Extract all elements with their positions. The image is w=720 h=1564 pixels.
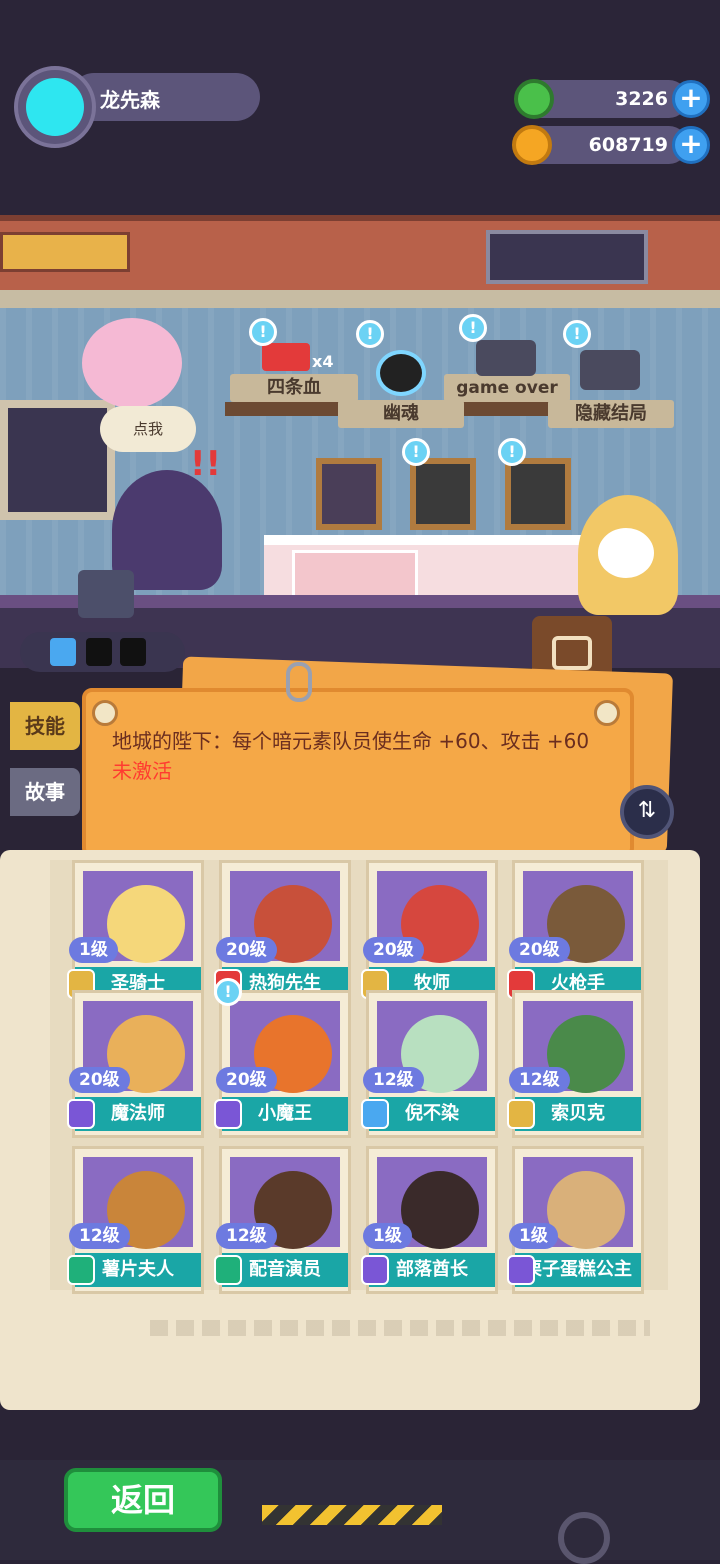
hero-level: 12级 — [69, 1223, 130, 1249]
achievement-label-ghost[interactable]: 幽魂 — [338, 400, 464, 428]
planet-coin-icon — [512, 125, 552, 165]
info-icon[interactable]: ! — [563, 320, 591, 348]
info-icon[interactable]: ! — [249, 318, 277, 346]
class-badge-icon — [507, 1099, 535, 1129]
gem-value: 3226 — [615, 88, 668, 110]
portrait-frame[interactable] — [410, 458, 476, 530]
element-slot[interactable] — [86, 638, 112, 666]
class-badge-icon — [361, 1099, 389, 1129]
hero-level: 1级 — [363, 1223, 412, 1249]
portrait-frame[interactable] — [316, 458, 382, 530]
water-element-slot[interactable] — [50, 638, 76, 666]
tab-skill[interactable]: 技能 — [10, 702, 80, 750]
tab-story[interactable]: 故事 — [10, 768, 80, 816]
hero-level: 1级 — [69, 937, 118, 963]
hero-card[interactable]: 圣骑士 1级 — [67, 860, 204, 1008]
hidden-ending-tv-icon — [580, 350, 640, 390]
hero-card[interactable]: 薯片夫人 12级 — [67, 1146, 204, 1294]
page-text — [150, 1320, 650, 1336]
hero-level: 20级 — [509, 937, 570, 963]
class-badge-icon — [361, 1255, 389, 1285]
hero-card[interactable]: 索贝克 12级 — [507, 990, 644, 1138]
shelf-ledge — [0, 290, 720, 308]
add-gems-button[interactable]: + — [672, 80, 710, 118]
gear-icon — [558, 1512, 610, 1564]
class-badge-icon — [67, 1099, 95, 1129]
achievement-label-hp[interactable]: 四条血 — [230, 374, 358, 402]
wall-sign — [0, 232, 130, 272]
skull-ghost-icon — [376, 350, 426, 396]
hero-face — [401, 1171, 479, 1249]
class-badge-icon — [214, 1255, 242, 1285]
add-coins-button[interactable]: + — [672, 126, 710, 164]
machine — [78, 570, 134, 618]
skull-face-icon — [598, 528, 654, 578]
info-icon[interactable]: ! — [214, 978, 242, 1006]
hero-face — [107, 885, 185, 963]
class-badge-icon — [67, 1255, 95, 1285]
avatar[interactable] — [26, 78, 84, 136]
hero-level: 1级 — [509, 1223, 558, 1249]
pin-icon — [594, 700, 620, 726]
tap-me-bubble[interactable]: 点我 — [100, 406, 196, 452]
hero-card[interactable]: 牧师 20级 — [361, 860, 498, 1008]
paperclip-icon — [286, 662, 312, 702]
hazard-stripe — [262, 1505, 442, 1525]
hero-card[interactable]: 魔法师 20级 — [67, 990, 204, 1138]
coin-value: 608719 — [588, 134, 668, 156]
window — [0, 400, 115, 520]
hero-level: 20级 — [216, 1067, 277, 1093]
skill-status: 未激活 — [112, 759, 172, 783]
achievement-label-hidden-ending[interactable]: 隐藏结局 — [548, 400, 674, 428]
achievement-label-gameover[interactable]: game over — [444, 374, 570, 402]
info-icon[interactable]: ! — [498, 438, 526, 466]
info-icon[interactable]: ! — [356, 320, 384, 348]
exclaim-icon: !! — [190, 444, 222, 484]
hero-face — [547, 1171, 625, 1249]
ghost-display — [486, 230, 648, 284]
hp-battery-icon — [262, 343, 310, 371]
hero-level: 20级 — [216, 937, 277, 963]
info-icon[interactable]: ! — [459, 314, 487, 342]
class-badge-icon — [507, 1255, 535, 1285]
hero-card[interactable]: 火枪手 20级 — [507, 860, 644, 1008]
player-name-pill[interactable] — [70, 73, 260, 121]
back-button[interactable]: 返回 — [64, 1468, 222, 1532]
hero-level: 20级 — [363, 937, 424, 963]
portrait-frame[interactable] — [505, 458, 571, 530]
player-name: 龙先森 — [100, 88, 160, 112]
hero-card[interactable]: 栗子蛋糕公主 1级 — [507, 1146, 644, 1294]
class-badge-icon — [214, 1099, 242, 1129]
hero-card[interactable]: 倪不染 12级 — [361, 990, 498, 1138]
hp-count-badge: x4 — [312, 352, 334, 371]
swap-button[interactable]: ⇅ — [620, 785, 674, 839]
tombstone-tv-icon — [476, 340, 536, 376]
hero-level: 12级 — [363, 1067, 424, 1093]
hero-card[interactable]: 配音演员 12级 — [214, 1146, 351, 1294]
pink-lamp — [82, 318, 182, 408]
hero-level: 12级 — [509, 1067, 570, 1093]
hero-card[interactable]: 小魔王 20级 — [214, 990, 351, 1138]
info-icon[interactable]: ! — [402, 438, 430, 466]
hero-card[interactable]: 部落酋长 1级 — [361, 1146, 498, 1294]
pin-icon — [92, 700, 118, 726]
chat-icon — [552, 636, 592, 670]
hero-level: 12级 — [216, 1223, 277, 1249]
element-slot[interactable] — [120, 638, 146, 666]
skill-description: 地城的陛下：每个暗元素队员使生命 +60、攻击 +60 未激活 — [112, 729, 590, 783]
hero-level: 20级 — [69, 1067, 130, 1093]
